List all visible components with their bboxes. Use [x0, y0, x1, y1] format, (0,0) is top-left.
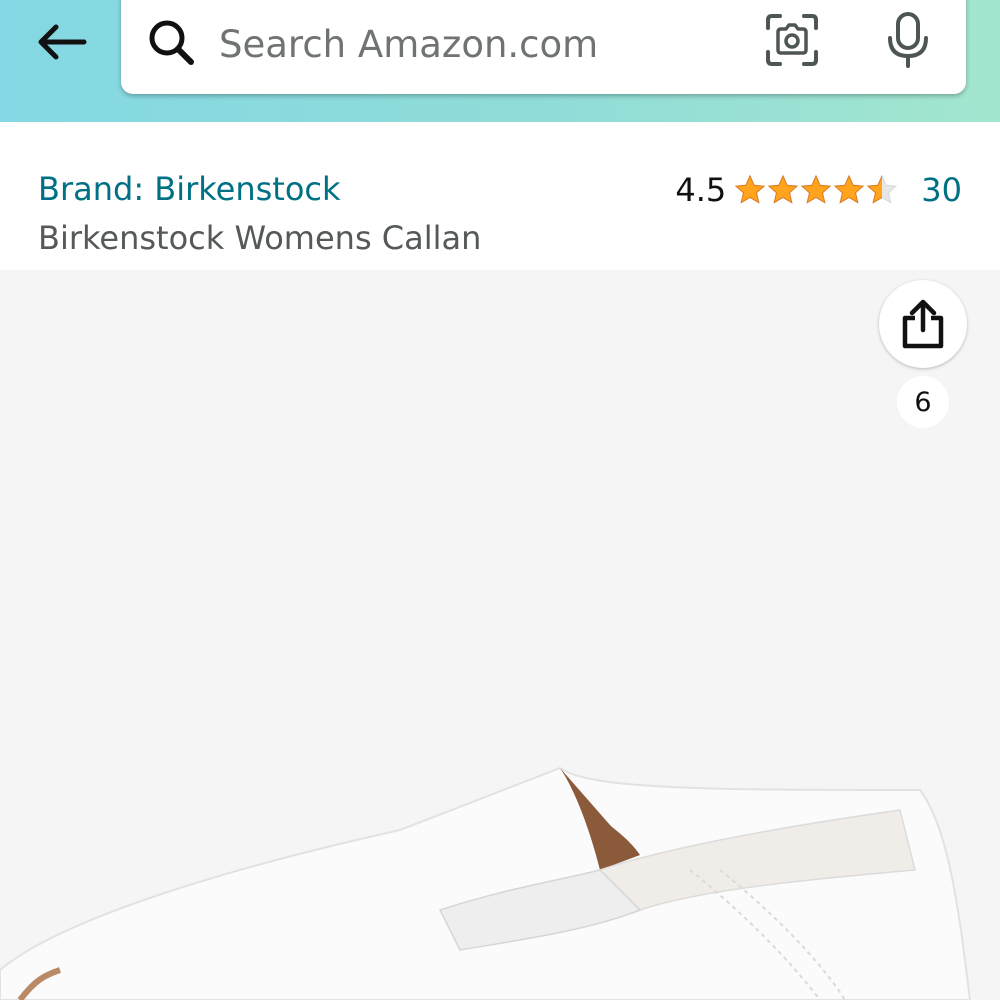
- search-bar[interactable]: [121, 0, 966, 94]
- share-button[interactable]: [879, 280, 967, 368]
- product-image: [0, 766, 972, 1000]
- star-rating: [734, 174, 899, 206]
- product-image-gallery[interactable]: [0, 270, 1000, 1000]
- rating-count-link[interactable]: 30: [921, 171, 962, 209]
- rating-value: 4.5: [675, 171, 727, 209]
- search-input[interactable]: [219, 16, 739, 72]
- search-icon: [149, 20, 194, 65]
- product-title: Birkenstock Womens Callan: [38, 219, 482, 257]
- star-icon: [867, 174, 898, 204]
- image-count-badge: 6: [897, 376, 949, 428]
- star-icon: [834, 174, 865, 204]
- rating-summary[interactable]: 4.5 30: [675, 170, 962, 210]
- star-icon: [768, 174, 799, 204]
- star-icon: [735, 174, 766, 204]
- star-icon: [801, 174, 832, 204]
- back-arrow-icon: [38, 24, 87, 60]
- brand-link[interactable]: Brand: Birkenstock: [38, 170, 341, 208]
- header-bar: [0, 0, 1000, 122]
- share-icon: [902, 299, 944, 349]
- camera-icon[interactable]: [764, 12, 820, 68]
- back-button[interactable]: [26, 12, 96, 72]
- microphone-icon[interactable]: [883, 10, 933, 70]
